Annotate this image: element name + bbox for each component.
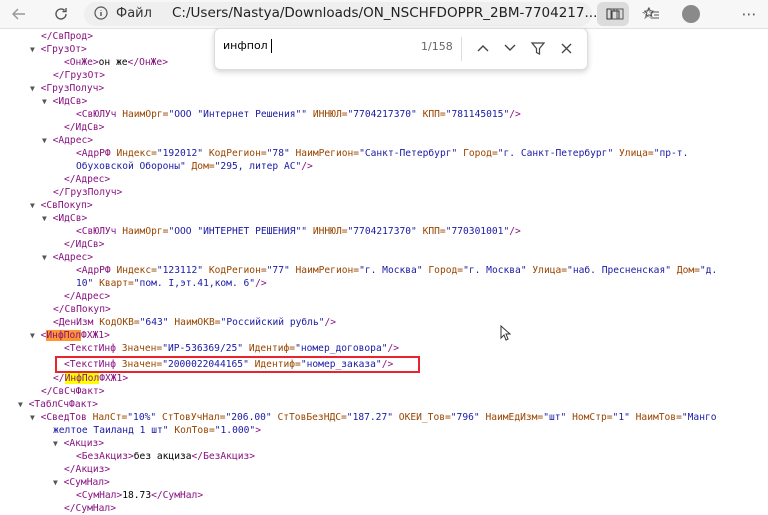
- triangle-down-icon[interactable]: ▼: [30, 413, 35, 422]
- find-input[interactable]: инфпол: [223, 39, 268, 52]
- xml-line: </ИдСв>: [64, 239, 105, 250]
- triangle-down-icon[interactable]: ▼: [42, 97, 47, 106]
- xml-line: <СвЮЛУч НаимОрг="ООО "ИНТЕРНЕТ РЕШЕНИЯ""…: [76, 226, 521, 237]
- current-search-match: ИнфПол: [46, 330, 82, 341]
- chevron-up-icon[interactable]: [473, 38, 493, 58]
- triangle-down-icon[interactable]: ▼: [18, 400, 23, 409]
- xml-line: <ТекстИнф Значен="ИР-536369/25" Идентиф=…: [64, 343, 400, 354]
- xml-line: <СвЮЛУч НаимОрг="ООО "Интернет Решения""…: [76, 109, 521, 120]
- xml-line: <СумНал>18.73</СумНал>: [76, 490, 204, 501]
- xml-line: </СвПокуп>: [53, 304, 111, 315]
- xml-line: <АдрРФ Индекс="123112" КодРегион="77" На…: [76, 265, 718, 276]
- xml-line: ▼ <СведТов НалСт="10%" СтТовУчНал="206.0…: [30, 412, 717, 423]
- address-scheme-label: Файл: [116, 6, 152, 21]
- xml-line: </Адрес>: [64, 174, 111, 185]
- browser-toolbar: Файл C:/Users/Nastya/Downloads/ON_NSCHFD…: [0, 0, 768, 29]
- triangle-down-icon[interactable]: ▼: [30, 331, 35, 340]
- triangle-down-icon[interactable]: ▼: [42, 214, 47, 223]
- xml-line: <ДенИзм КодОКВ="643" НаимОКВ="Российский…: [53, 317, 337, 328]
- profile-icon[interactable]: [682, 5, 700, 23]
- xml-line: ▼ <Акциз>: [53, 438, 105, 449]
- triangle-down-icon[interactable]: ▼: [53, 478, 58, 487]
- filter-icon[interactable]: [528, 38, 548, 58]
- search-match: ИнфПол: [64, 373, 100, 384]
- chevron-down-icon[interactable]: [500, 38, 520, 58]
- triangle-down-icon[interactable]: ▼: [42, 253, 47, 262]
- xml-line: ▼ <ГрузОт>: [30, 44, 87, 55]
- xml-line: </ИдСв>: [64, 122, 105, 133]
- highlight-outline: [55, 356, 420, 373]
- xml-viewer: </СвПрод> ▼ <ГрузОт> <ОнЖе>он же</ОнЖе> …: [0, 28, 768, 514]
- refresh-icon[interactable]: [50, 4, 72, 24]
- triangle-down-icon[interactable]: ▼: [30, 45, 35, 54]
- xml-line: </ГрузОт>: [53, 70, 105, 81]
- find-bar: инфпол 1/158: [214, 28, 588, 70]
- more-icon[interactable]: ⋯: [738, 4, 760, 24]
- xml-line: ▼ <ИдСв>: [42, 213, 88, 224]
- triangle-down-icon[interactable]: ▼: [53, 439, 58, 448]
- xml-line: </Акциз>: [64, 464, 111, 475]
- xml-line: 10" Кварт="пом. I,эт.41,ком. 6"/>: [76, 278, 267, 289]
- find-match-count: 1/158: [421, 40, 453, 53]
- xml-line: </СвСчФакт>: [41, 386, 105, 397]
- xml-line: ▼ <СумНал>: [53, 477, 110, 488]
- mouse-cursor-icon: [500, 324, 512, 344]
- xml-line: </ИнфПолФХЖ1>: [53, 373, 129, 384]
- xml-line: </СвПрод>: [41, 31, 93, 42]
- xml-line: </СумНал>: [64, 503, 116, 514]
- triangle-down-icon[interactable]: ▼: [42, 136, 47, 145]
- xml-line: <БезАкциз>без акциза</БезАкциз>: [76, 451, 256, 462]
- xml-line: желтое Таиланд 1 шт" КолТов="1.000">: [53, 425, 261, 436]
- xml-line: Обуховской Обороны" Дом="295, литер АС"/…: [76, 161, 313, 172]
- text-caret: [271, 39, 272, 53]
- xml-line: ▼ <Адрес>: [42, 135, 94, 146]
- xml-line: ▼ <Адрес>: [42, 252, 94, 263]
- xml-line: <ОнЖе>он же</ОнЖе>: [64, 57, 168, 68]
- xml-line: </ГрузПолуч>: [53, 187, 123, 198]
- triangle-down-icon[interactable]: ▼: [30, 201, 35, 210]
- arrow-left-icon[interactable]: [8, 4, 30, 24]
- xml-line: ▼ <ИдСв>: [42, 96, 88, 107]
- xml-line: </Адрес>: [64, 291, 111, 302]
- favorites-icon[interactable]: [641, 4, 663, 24]
- split-screen-icon[interactable]: [606, 4, 628, 24]
- xml-line: ▼ <ИнфПолФХЖ1>: [30, 330, 110, 341]
- address-bar[interactable]: Файл C:/Users/Nastya/Downloads/ON_NSCHFD…: [84, 2, 655, 26]
- xml-line: ▼ <ТаблСчФакт>: [18, 399, 98, 410]
- xml-line: ▼ <ГрузПолуч>: [30, 83, 105, 94]
- xml-line: <АдрРФ Индекс="192012" КодРегион="78" На…: [76, 148, 689, 159]
- xml-line: ▼ <СвПокуп>: [30, 200, 93, 211]
- info-icon[interactable]: [94, 6, 108, 24]
- close-icon[interactable]: [556, 38, 576, 58]
- find-divider: [461, 37, 462, 61]
- triangle-down-icon[interactable]: ▼: [30, 84, 35, 93]
- address-url[interactable]: C:/Users/Nastya/Downloads/ON_NSCHFDOPPR_…: [172, 5, 597, 21]
